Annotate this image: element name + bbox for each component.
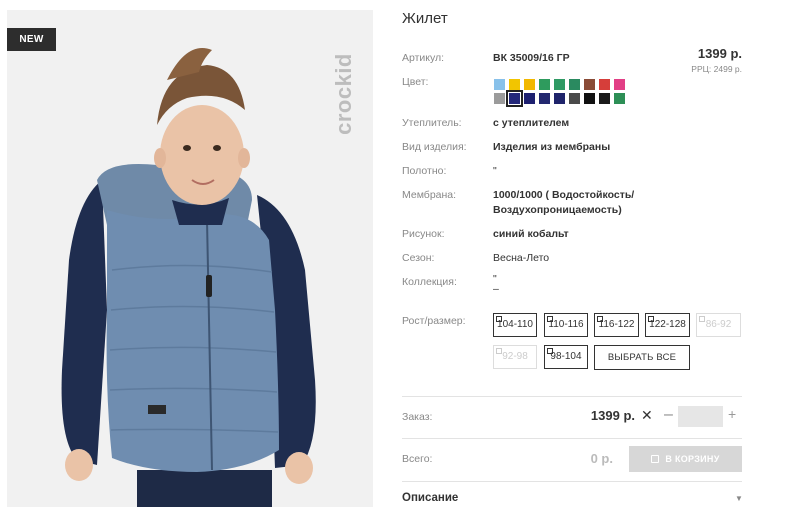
fabric-label: Полотно: bbox=[402, 165, 447, 177]
check-icon bbox=[597, 316, 603, 322]
color-swatch[interactable] bbox=[614, 93, 625, 104]
product-image bbox=[7, 10, 373, 507]
total-value: 0 р. bbox=[590, 451, 613, 466]
size-option-disabled: 86-92 bbox=[696, 313, 741, 337]
bag-icon bbox=[651, 455, 660, 463]
color-swatch[interactable] bbox=[554, 79, 565, 90]
select-all-button[interactable]: ВЫБРАТЬ ВСЕ bbox=[594, 345, 690, 370]
order-price: 1399 р. bbox=[590, 408, 635, 423]
check-icon bbox=[547, 316, 553, 322]
size-option[interactable]: 104-110 bbox=[493, 313, 537, 337]
product-price: 1399 р. bbox=[697, 46, 742, 61]
color-swatch[interactable] bbox=[569, 93, 580, 104]
add-to-cart-label: В КОРЗИНУ bbox=[665, 454, 720, 464]
color-swatch[interactable] bbox=[584, 93, 595, 104]
quantity-input[interactable] bbox=[678, 406, 723, 427]
type-label: Вид изделия: bbox=[402, 141, 467, 153]
check-icon bbox=[547, 348, 553, 354]
size-option[interactable]: 122-128 bbox=[645, 313, 690, 337]
description-toggle[interactable]: Описание bbox=[402, 492, 458, 504]
pattern-label: Рисунок: bbox=[402, 228, 445, 240]
season-label: Сезон: bbox=[402, 252, 435, 264]
divider bbox=[402, 481, 742, 482]
collection-label: Коллекция: bbox=[402, 276, 457, 288]
check-icon bbox=[496, 348, 502, 354]
color-swatch[interactable] bbox=[524, 93, 535, 104]
color-swatch[interactable] bbox=[524, 79, 535, 90]
color-swatch[interactable] bbox=[614, 79, 625, 90]
brand-logo: crockid bbox=[331, 53, 356, 135]
color-swatch[interactable] bbox=[599, 93, 610, 104]
chevron-down-icon[interactable]: ▼ bbox=[735, 494, 743, 503]
membrane-value-line1: 1000/1000 ( Водостойкость/ bbox=[493, 189, 635, 201]
product-title: Жилет bbox=[402, 10, 448, 27]
fabric-value: " bbox=[493, 165, 497, 177]
check-icon bbox=[496, 316, 502, 322]
article-label: Артикул: bbox=[402, 52, 445, 64]
color-swatch[interactable] bbox=[584, 79, 595, 90]
color-swatch[interactable] bbox=[569, 79, 580, 90]
color-swatch[interactable] bbox=[539, 79, 550, 90]
article-value: ВК 35009/16 ГР bbox=[493, 52, 570, 64]
check-icon bbox=[699, 316, 705, 322]
total-label: Всего: bbox=[402, 453, 433, 465]
size-option[interactable]: 116-122 bbox=[594, 313, 639, 337]
increase-button[interactable]: + bbox=[728, 406, 736, 422]
collection-value-line2: – bbox=[493, 283, 499, 295]
check-icon bbox=[648, 316, 654, 322]
color-swatch[interactable] bbox=[599, 79, 610, 90]
rrp-price: РРЦ: 2499 р. bbox=[691, 64, 742, 74]
color-swatch[interactable] bbox=[494, 79, 505, 90]
insulation-label: Утеплитель: bbox=[402, 117, 462, 129]
membrane-value-line2: Воздухопроницаемость) bbox=[493, 204, 622, 216]
insulation-value: с утеплителем bbox=[493, 117, 570, 129]
color-swatch[interactable] bbox=[506, 90, 523, 107]
size-label: Рост/размер: bbox=[402, 315, 466, 327]
order-label: Заказ: bbox=[402, 411, 433, 423]
size-option[interactable]: 98-104 bbox=[544, 345, 588, 369]
size-option-disabled: 92-98 bbox=[493, 345, 537, 369]
membrane-label: Мембрана: bbox=[402, 189, 457, 201]
new-badge: NEW bbox=[7, 28, 56, 51]
decrease-button[interactable]: – bbox=[664, 406, 673, 424]
divider bbox=[402, 396, 742, 397]
color-swatch[interactable] bbox=[509, 79, 520, 90]
color-swatch[interactable] bbox=[539, 93, 550, 104]
type-value: Изделия из мембраны bbox=[493, 141, 611, 153]
color-swatch[interactable] bbox=[554, 93, 565, 104]
divider bbox=[402, 438, 742, 439]
add-to-cart-button[interactable]: В КОРЗИНУ bbox=[629, 446, 742, 472]
size-option[interactable]: 110-116 bbox=[544, 313, 588, 337]
season-value: Весна-Лето bbox=[493, 252, 550, 264]
pattern-value: синий кобальт bbox=[493, 228, 569, 240]
remove-icon[interactable]: ✕ bbox=[641, 407, 653, 424]
color-label: Цвет: bbox=[402, 76, 429, 88]
product-photo[interactable]: NEW crockid bbox=[7, 10, 373, 507]
color-swatch[interactable] bbox=[494, 93, 505, 104]
